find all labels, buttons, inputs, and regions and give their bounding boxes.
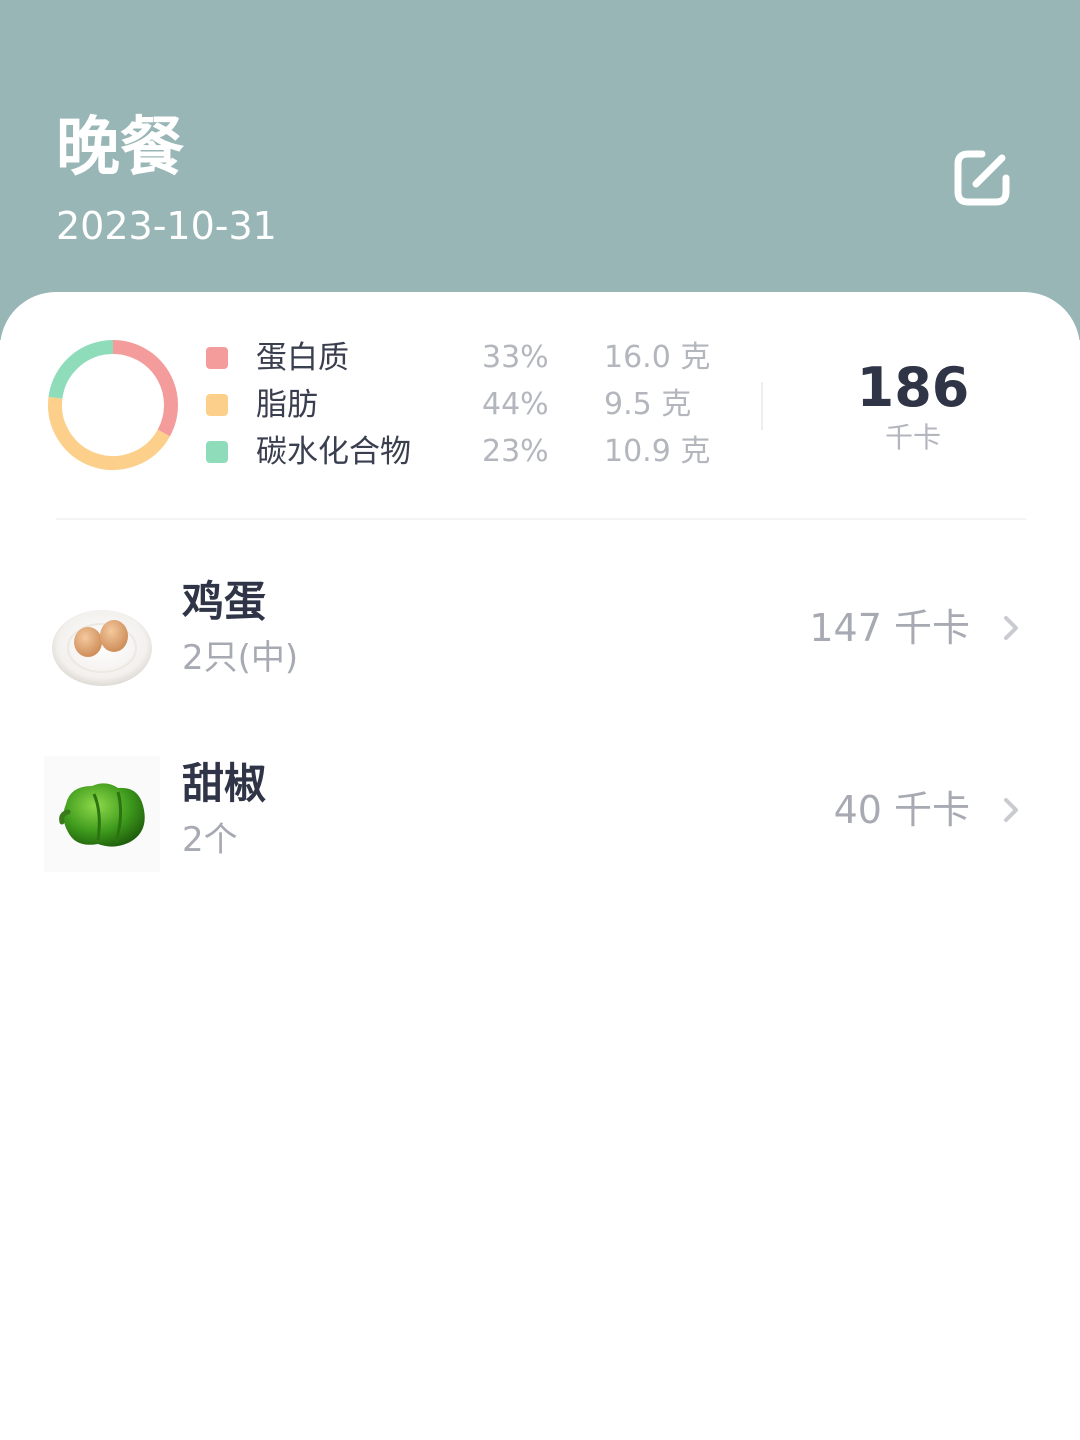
section-divider xyxy=(56,518,1026,520)
green-pepper-image xyxy=(44,756,160,872)
donut-slice-蛋白质 xyxy=(112,340,178,437)
total-calories: 186 xyxy=(856,356,970,419)
meal-date: 2023-10-31 xyxy=(56,204,277,248)
legend-row-protein: 蛋白质 33% 16.0 克 xyxy=(204,335,744,381)
macro-percent: 44% xyxy=(482,387,549,422)
donut-slice-脂肪 xyxy=(48,396,170,470)
macro-name: 蛋白质 xyxy=(256,340,349,376)
food-item-egg[interactable]: 鸡蛋 2只(中) 147 千卡 xyxy=(0,576,1080,726)
food-amount: 2个 xyxy=(182,820,238,860)
food-calories: 147 千卡 xyxy=(809,606,970,650)
legend-dot xyxy=(206,394,228,416)
chevron-right-icon xyxy=(1004,798,1018,822)
meal-title: 晚餐 xyxy=(56,111,184,185)
eggs-plate-image xyxy=(52,610,152,686)
food-name: 鸡蛋 xyxy=(182,577,267,626)
meal-header: 晚餐 2023-10-31 xyxy=(0,0,1080,340)
legend-row-carbs: 碳水化合物 23% 10.9 克 xyxy=(204,429,744,475)
donut-slice-碳水化合物 xyxy=(48,340,114,399)
food-calories: 40 千卡 xyxy=(833,788,970,832)
food-amount: 2只(中) xyxy=(182,638,299,678)
macro-grams: 10.9 克 xyxy=(604,434,711,469)
macro-grams: 9.5 克 xyxy=(604,387,692,422)
macro-grams: 16.0 克 xyxy=(604,340,711,375)
legend-row-fat: 脂肪 44% 9.5 克 xyxy=(204,382,744,428)
macro-donut-chart xyxy=(48,340,178,470)
macro-percent: 23% xyxy=(482,434,549,469)
legend-dot xyxy=(206,441,228,463)
edit-icon[interactable] xyxy=(946,142,1018,214)
macro-name: 碳水化合物 xyxy=(256,434,411,470)
food-name: 甜椒 xyxy=(182,759,267,808)
macro-percent: 33% xyxy=(482,340,549,375)
chevron-right-icon xyxy=(1004,616,1018,640)
macro-name: 脂肪 xyxy=(256,387,318,423)
summary-divider xyxy=(761,382,763,430)
legend-dot xyxy=(206,347,228,369)
food-item-pepper[interactable]: 甜椒 2个 40 千卡 xyxy=(0,756,1080,908)
total-calories-unit: 千卡 xyxy=(884,421,941,454)
